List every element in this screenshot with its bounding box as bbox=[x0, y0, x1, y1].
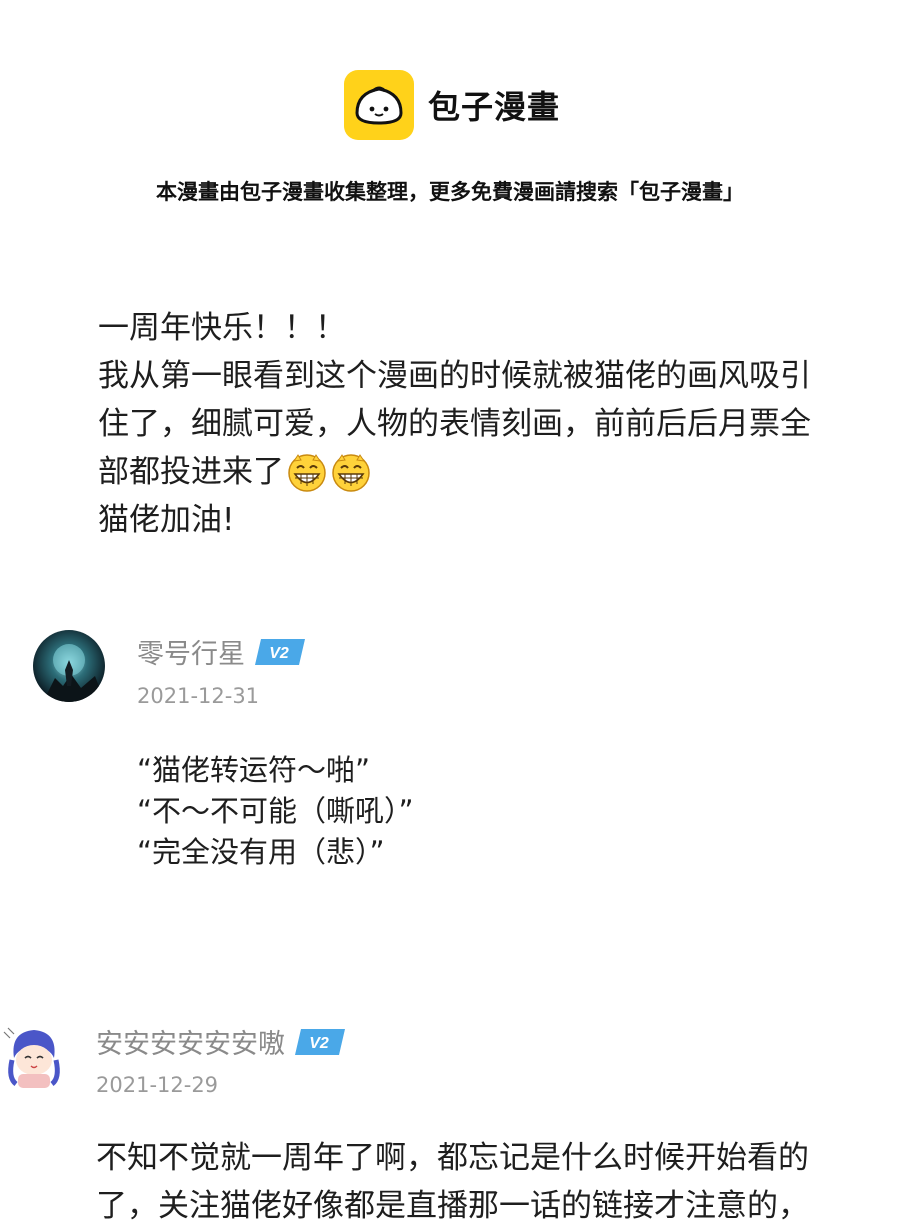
post-line: 部都投进来了 bbox=[98, 454, 284, 490]
brand-header[interactable]: 包子漫畫 bbox=[344, 70, 560, 140]
comment-date: 2021-12-31 bbox=[137, 684, 260, 708]
baozi-logo-icon bbox=[344, 70, 414, 140]
comment-username[interactable]: 安安安安安安嗷 bbox=[96, 1022, 285, 1061]
level-badge-label: V2 bbox=[269, 645, 289, 662]
grinning-face-icon bbox=[286, 451, 328, 493]
comment-body: 不知不觉就一周年了啊，都忘记是什么时候开始看的 了，关注猫佬好像都是直播那一话的… bbox=[96, 1134, 809, 1227]
level-badge-icon: V2 bbox=[255, 638, 305, 665]
level-badge-label: V2 bbox=[309, 1035, 329, 1052]
comment-body: “猫佬转运符～啪” “不～不可能（嘶吼）” “完全没有用（悲）” bbox=[137, 750, 414, 873]
comment-date: 2021-12-29 bbox=[96, 1073, 219, 1097]
comment-line: “不～不可能（嘶吼）” bbox=[137, 794, 414, 828]
post-line: 住了，细腻可爱，人物的表情刻画，前前后后月票全 bbox=[98, 406, 811, 442]
level-badge-icon: V2 bbox=[295, 1028, 345, 1055]
grinning-face-icon bbox=[330, 451, 372, 493]
comment-line: “完全没有用（悲）” bbox=[137, 835, 385, 869]
post-line: 一周年快乐！！！ bbox=[98, 310, 346, 346]
source-notice: 本漫畫由包子漫畫收集整理，更多免費漫画請搜索「包子漫畫」 bbox=[156, 180, 744, 204]
comment-line: 不知不觉就一周年了啊，都忘记是什么时候开始看的 bbox=[96, 1140, 809, 1176]
post-line: 猫佬加油! bbox=[98, 502, 235, 538]
post-body: 一周年快乐！！！ 我从第一眼看到这个漫画的时候就被猫佬的画风吸引 住了，细腻可爱… bbox=[98, 304, 888, 544]
avatar[interactable] bbox=[0, 1018, 68, 1090]
brand-name: 包子漫畫 bbox=[428, 88, 561, 126]
post-line: 我从第一眼看到这个漫画的时候就被猫佬的画风吸引 bbox=[98, 358, 811, 394]
comment-line: 了，关注猫佬好像都是直播那一话的链接才注意的， bbox=[96, 1188, 809, 1224]
comment-line: “猫佬转运符～啪” bbox=[137, 753, 371, 787]
page: 包子漫畫 本漫畫由包子漫畫收集整理，更多免費漫画請搜索「包子漫畫」 一周年快乐！… bbox=[0, 0, 900, 1227]
post-line-with-emoji: 部都投进来了 bbox=[98, 448, 888, 496]
comment-username[interactable]: 零号行星 bbox=[137, 632, 245, 671]
avatar[interactable] bbox=[33, 630, 105, 702]
comment-username-row: 零号行星 V2 bbox=[137, 632, 305, 671]
comment-username-row: 安安安安安安嗷 V2 bbox=[96, 1022, 345, 1061]
